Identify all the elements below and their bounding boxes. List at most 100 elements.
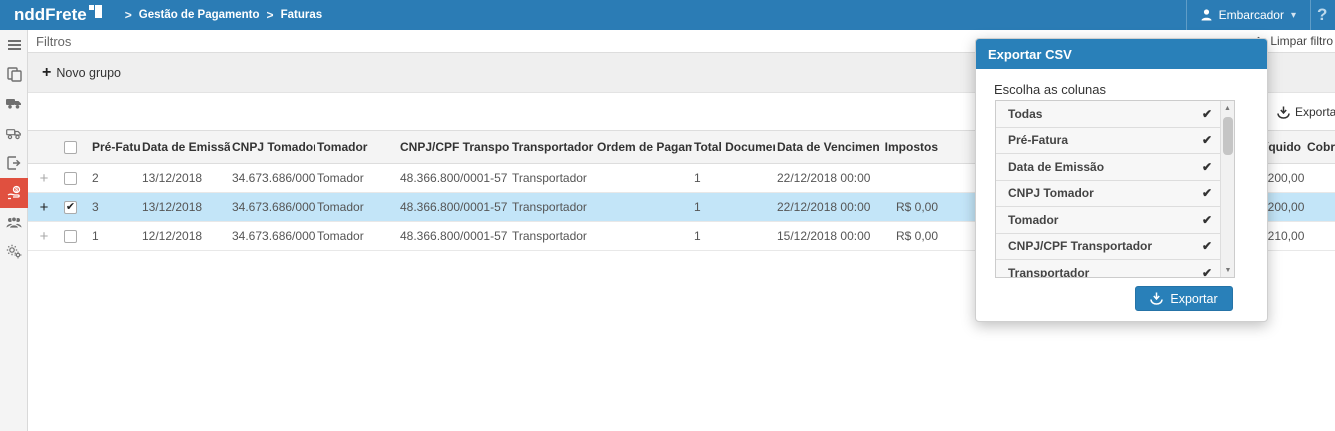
check-icon: ✔ — [1201, 239, 1212, 254]
option-cnpj-transportador[interactable]: CNPJ/CPF Transportador ✔ — [996, 233, 1222, 260]
header-cnpj-transportador[interactable]: CNPJ/CPF Transportador — [398, 130, 510, 164]
cell-impostos: R$ 0,00 — [895, 200, 938, 214]
sidebar-item-payments[interactable]: $ — [0, 177, 28, 208]
export-button-label: Exportar — [1170, 291, 1218, 306]
cell-total-docs: 1 — [694, 229, 701, 243]
breadcrumb: > Gestão de Pagamento > Faturas — [118, 8, 322, 22]
expand-row-icon[interactable]: + — [28, 222, 62, 251]
export-csv-link[interactable]: Exportar CSV — [1277, 105, 1335, 119]
check-icon: ✔ — [1201, 265, 1212, 278]
check-icon: ✔ — [1201, 212, 1212, 227]
option-todas[interactable]: Todas ✔ — [996, 101, 1222, 128]
truck-icon — [6, 99, 21, 110]
gears-icon — [6, 245, 22, 259]
cell-transportador: Transportador — [512, 229, 587, 243]
cell-emissao: 13/12/2018 — [142, 171, 203, 185]
export-csv-modal: Exportar CSV Escolha as colunas Todas ✔ P… — [975, 38, 1268, 322]
cell-pre-fatura: 2 — [92, 171, 99, 185]
cell-ordem — [595, 222, 692, 251]
header-expander — [28, 130, 62, 164]
cell-vencimento: 15/12/2018 00:00 — [777, 229, 871, 243]
header-data-emissao[interactable]: Data de Emissão↓ — [140, 130, 230, 164]
column-listbox: Todas ✔ Pré-Fatura ✔ Data de Emissão ✔ CNPJ… — [995, 100, 1235, 278]
scrollbar-thumb[interactable] — [1223, 117, 1233, 155]
sidebar-item-truck-delivery[interactable] — [0, 119, 28, 149]
logo-mark-icon — [88, 5, 102, 18]
cell-vencimento: 22/12/2018 00:00 — [777, 171, 871, 185]
cell-impostos: R$ 0,00 — [895, 229, 938, 243]
cell-ordem — [595, 193, 692, 222]
breadcrumb-faturas[interactable]: Faturas — [281, 9, 323, 21]
download-icon — [1277, 106, 1290, 119]
expand-row-icon[interactable]: + — [28, 193, 62, 222]
cell-pre-fatura: 3 — [92, 200, 99, 214]
topbar: nddFrete > Gestão de Pagamento > Faturas… — [0, 0, 1335, 30]
header-data-vencimento[interactable]: Data de Vencimento — [775, 130, 880, 164]
breadcrumb-gestao-pagamento[interactable]: Gestão de Pagamento — [139, 9, 260, 21]
sidebar-item-menu[interactable] — [0, 30, 28, 60]
cell-total-docs: 1 — [694, 171, 701, 185]
sidebar-item-users[interactable] — [0, 208, 28, 238]
menu-icon — [7, 39, 21, 42]
row-select-cell — [62, 222, 90, 251]
column-options: Todas ✔ Pré-Fatura ✔ Data de Emissão ✔ CNPJ… — [996, 101, 1222, 278]
row-checkbox[interactable] — [64, 229, 77, 243]
row-checkbox-checked[interactable]: ✔ — [64, 200, 77, 214]
header-ordem-pagamento[interactable]: Ordem de Pagamento — [595, 130, 692, 164]
option-cnpj-tomador[interactable]: CNPJ Tomador ✔ — [996, 180, 1222, 207]
chevron-right-icon: > — [266, 8, 274, 22]
header-tomador[interactable]: Tomador — [315, 130, 398, 164]
cell-tomador: Tomador — [317, 200, 364, 214]
cell-tomador: Tomador — [317, 171, 364, 185]
modal-header: Exportar CSV — [976, 39, 1267, 69]
app-logo[interactable]: nddFrete — [14, 2, 102, 28]
download-icon — [1150, 292, 1164, 305]
header-pre-fatura[interactable]: Pré-Fatura — [90, 130, 140, 164]
new-group-label: Novo grupo — [56, 65, 121, 80]
help-button[interactable]: ? — [1311, 0, 1335, 30]
check-icon: ✔ — [65, 200, 76, 213]
listbox-scrollbar[interactable]: ▲ ▼ — [1220, 101, 1234, 277]
option-pre-fatura[interactable]: Pré-Fatura ✔ — [996, 127, 1222, 154]
option-data-emissao[interactable]: Data de Emissão ✔ — [996, 154, 1222, 181]
clear-filter-label: Limpar filtro — [1270, 34, 1333, 48]
option-tomador[interactable]: Tomador ✔ — [996, 207, 1222, 234]
scroll-down-button[interactable]: ▼ — [1221, 263, 1234, 277]
check-icon: ✔ — [1201, 106, 1212, 121]
row-checkbox[interactable] — [64, 171, 77, 185]
app-window: nddFrete > Gestão de Pagamento > Faturas… — [0, 0, 1335, 431]
cell-impostos — [880, 164, 942, 193]
user-menu-label: Embarcador — [1218, 8, 1284, 22]
scroll-up-button[interactable]: ▲ — [1221, 101, 1234, 115]
header-cnpj-tomador[interactable]: CNPJ Tomador — [230, 130, 315, 164]
header-cobranca[interactable]: Cobra — [1305, 130, 1335, 164]
sidebar: $ — [0, 30, 28, 431]
user-icon — [1201, 9, 1212, 21]
cell-cobranca — [1305, 164, 1335, 193]
svg-text:$: $ — [14, 188, 17, 194]
cell-cnpj-transportador: 48.366.800/0001-57 — [400, 171, 508, 185]
sidebar-item-export[interactable] — [0, 148, 28, 178]
help-icon: ? — [1317, 5, 1328, 24]
export-csv-label: Exportar CSV — [1295, 105, 1335, 119]
option-transportador[interactable]: Transportador ✔ — [996, 260, 1222, 278]
sidebar-item-documents[interactable] — [0, 60, 28, 90]
user-menu-button[interactable]: Embarcador ▾ — [1187, 0, 1310, 30]
sidebar-item-settings[interactable] — [0, 237, 28, 267]
header-total-documentos[interactable]: Total Documentos — [692, 130, 775, 164]
cell-vencimento: 22/12/2018 00:00 — [777, 200, 871, 214]
cell-cnpj-transportador: 48.366.800/0001-57 — [400, 200, 508, 214]
sidebar-item-truck[interactable] — [0, 89, 28, 119]
cell-transportador: Transportador — [512, 200, 587, 214]
users-icon — [6, 216, 22, 229]
new-group-button[interactable]: + Novo grupo — [42, 64, 121, 80]
cell-tomador: Tomador — [317, 229, 364, 243]
row-select-cell: ✔ — [62, 193, 90, 222]
export-button[interactable]: Exportar — [1135, 286, 1233, 311]
export-icon — [7, 156, 21, 170]
header-impostos[interactable]: Impostos — [880, 130, 942, 164]
header-transportador[interactable]: Transportador — [510, 130, 595, 164]
cell-cnpj-transportador: 48.366.800/0001-57 — [400, 229, 508, 243]
select-all-checkbox[interactable] — [64, 140, 77, 154]
expand-row-icon[interactable]: + — [28, 164, 62, 193]
